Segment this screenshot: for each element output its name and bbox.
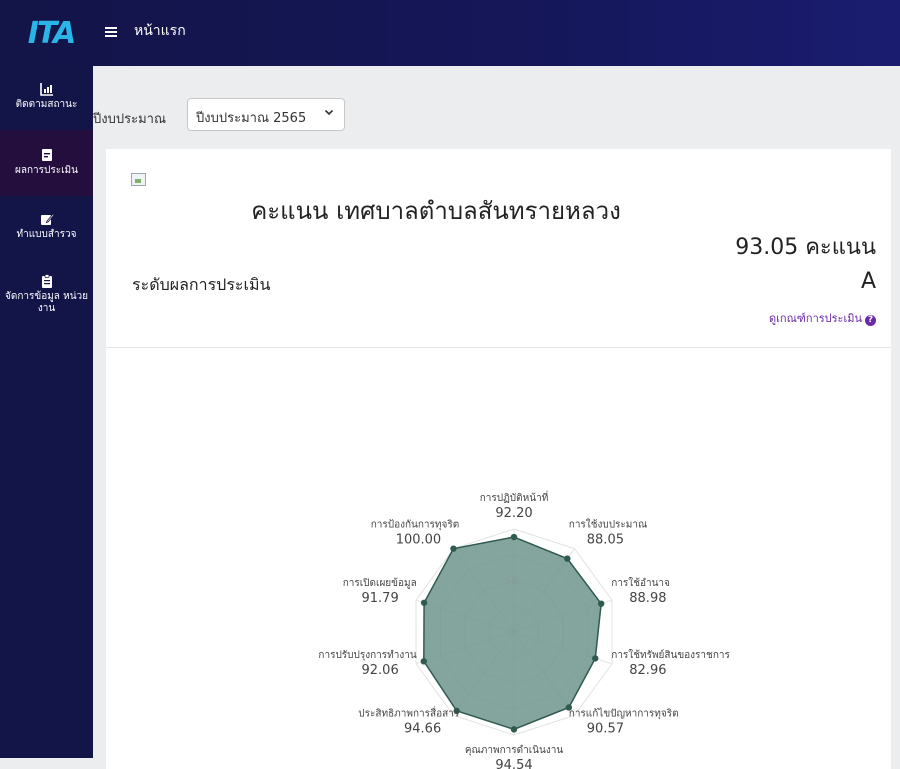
document-icon (41, 149, 52, 161)
radar-axis-label: คุณภาพการดำเนินงาน (465, 745, 564, 756)
sidebar-item-survey[interactable]: ทำแบบสำรวจ (0, 212, 93, 262)
question-circle-icon: ? (865, 315, 876, 326)
radar-axis-label: การใช้งบประมาณ (569, 518, 648, 530)
budget-year-label: ปีงบประมาณ (93, 112, 166, 127)
radar-value-label: 92.06 (362, 663, 399, 678)
radar-point (510, 726, 518, 733)
sidebar-item-label: จัดการข้อมูล หน่วยงาน (4, 291, 89, 314)
sidebar-item-manage-data[interactable]: จัดการข้อมูล หน่วยงาน (0, 274, 93, 334)
hamburger-icon[interactable] (104, 22, 124, 42)
radar-chart: 0 50 การปฏิบัติหน้าที่ 92.20 การใช้งบประมาณ 8… (318, 490, 730, 769)
sidebar-item-label: ติดตามสถานะ (15, 99, 78, 110)
radar-value-label: 94.66 (404, 722, 441, 737)
budget-year-select[interactable]: ปีงบประมาณ 2565 (187, 98, 345, 131)
radar-axis-label: การใช้อำนาจ (611, 577, 670, 589)
radar-tick-label: 50 (505, 578, 517, 588)
radar-axis-label: การปรับปรุงการทำงาน (318, 650, 416, 661)
radar-axis-label: ประสิทธิภาพการสื่อสาร (358, 706, 460, 720)
radar-axis-label: การป้องกันการทุจริต (371, 518, 460, 530)
radar-tick-label: 0 (508, 629, 514, 639)
level-label: ระดับผลการประเมิน (132, 275, 271, 294)
budget-year-value: ปีงบประมาณ 2565 (196, 111, 307, 126)
top-navbar: ITA หน้าแรก (0, 0, 900, 66)
sidebar: ติดตามสถานะ ผลการประเมิน ทำแบบสำรวจ จัดก… (0, 66, 93, 758)
radar-point (510, 533, 518, 541)
criteria-link-text: ดูเกณฑ์การประเมิน (769, 312, 862, 325)
grade-value: A (860, 269, 876, 294)
criteria-link[interactable]: ดูเกณฑ์การประเมิน? (769, 309, 876, 327)
radar-point (450, 545, 457, 552)
result-card: คะแนน เทศบาลตำบลสันทรายหลวง 93.05 คะแนน … (106, 149, 891, 769)
sidebar-item-results[interactable]: ผลการประเมิน (0, 130, 93, 196)
ita-logo[interactable]: ITA (8, 8, 94, 58)
sidebar-item-label: ทำแบบสำรวจ (16, 229, 77, 240)
clipboard-icon (41, 274, 52, 288)
radar-point (597, 600, 605, 607)
chevron-down-icon (324, 107, 334, 120)
sidebar-item-label: ผลการประเมิน (15, 165, 78, 176)
broken-image-icon (131, 173, 146, 186)
divider (106, 347, 891, 348)
radar-value-label: 88.05 (587, 532, 624, 547)
total-score: 93.05 คะแนน (735, 235, 876, 260)
radar-axis-label: การแก้ไขปัญหาการทุจริต (569, 708, 679, 720)
page-title: หน้าแรก (134, 23, 186, 39)
radar-value-label: 90.57 (587, 722, 624, 737)
logo-text: ITA (27, 15, 76, 51)
radar-value-label: 82.96 (629, 663, 666, 678)
radar-point (564, 555, 571, 562)
radar-point (420, 658, 428, 665)
radar-axis-label: การปฏิบัติหน้าที่ (480, 490, 549, 504)
radar-value-label: 88.98 (629, 591, 666, 606)
radar-point (592, 655, 599, 662)
radar-point (420, 599, 428, 606)
radar-axis-label: การใช้ทรัพย์สินของราชการ (611, 649, 730, 661)
radar-value-label: 100.00 (396, 532, 442, 547)
radar-value-label: 91.79 (362, 591, 399, 606)
edit-icon (40, 213, 54, 225)
org-score-title: คะแนน เทศบาลตำบลสันทรายหลวง (251, 197, 621, 225)
main-content: ปีงบประมาณ ปีงบประมาณ 2565 คะแนน เทศบาลต… (93, 66, 900, 769)
sidebar-item-status[interactable]: ติดตามสถานะ (0, 74, 93, 128)
chart-icon (39, 83, 53, 96)
radar-value-label: 92.20 (495, 506, 532, 521)
radar-axis-label: การเปิดเผยข้อมูล (343, 577, 417, 589)
radar-value-label: 94.54 (495, 758, 532, 769)
